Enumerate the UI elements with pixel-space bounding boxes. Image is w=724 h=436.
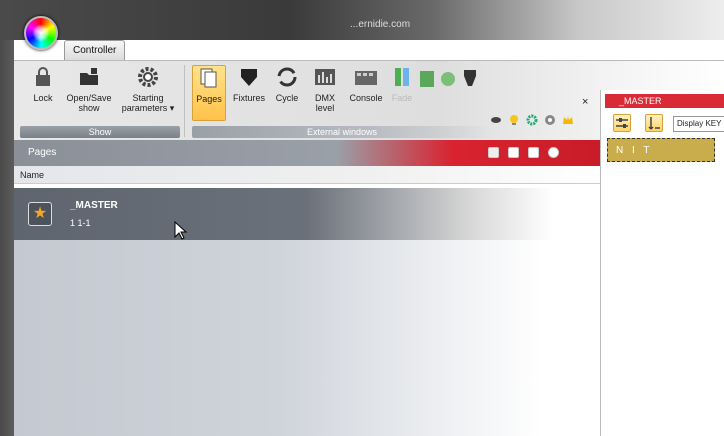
list-item[interactable]: ★ _MASTER 1 1-1 [14, 188, 600, 240]
starting-parameters-label: Starting parameters ▾ [121, 93, 175, 113]
settings-icon[interactable] [526, 114, 538, 126]
name-column-header[interactable]: Name [14, 166, 600, 184]
dmx-level-button[interactable]: DMX level [308, 65, 342, 113]
ribbon-separator [184, 65, 185, 137]
pages-label: Pages [196, 94, 222, 104]
pages-panel-header: Pages [14, 140, 600, 166]
dmx-icon [315, 69, 335, 85]
console-icon [355, 71, 377, 85]
sort-icon[interactable] [645, 114, 663, 132]
name-column-label: Name [20, 170, 45, 180]
mouse-cursor-icon [174, 221, 188, 240]
pages-button[interactable]: Pages [192, 65, 226, 121]
console-button[interactable]: Console [346, 65, 386, 103]
fixtures-button[interactable]: Fixtures [230, 65, 268, 103]
console-label: Console [349, 93, 383, 103]
fade-label: Fade [391, 93, 413, 103]
fixtures-label: Fixtures [232, 93, 265, 103]
app-menu-orb[interactable] [24, 16, 58, 50]
sliders-icon[interactable] [613, 114, 631, 132]
dmx-level-label: DMX level [315, 93, 335, 113]
pages-icon [200, 68, 217, 88]
cycle-label: Cycle [275, 93, 299, 103]
fade-icon [395, 68, 409, 86]
star-icon: ★ [28, 202, 52, 226]
target-icon[interactable] [544, 114, 556, 126]
tab-controller[interactable]: Controller [64, 40, 126, 60]
pages-panel-title: Pages [28, 147, 57, 158]
page-name: _MASTER [70, 200, 118, 211]
spot-icon [241, 69, 257, 86]
close-icon[interactable]: × [582, 96, 588, 108]
fade-button[interactable]: Fade [388, 65, 416, 103]
folder-icon [80, 68, 98, 85]
cycle-icon [277, 67, 297, 87]
lock-button[interactable]: Lock [28, 65, 58, 103]
gear-icon [138, 67, 158, 87]
view-icon[interactable] [488, 147, 499, 158]
master-panel-header: _MASTER [605, 94, 724, 108]
open-save-show-button[interactable]: Open/Save show [60, 65, 118, 113]
left-frame [0, 40, 14, 436]
open-save-label: Open/Save show [66, 93, 112, 113]
starting-parameters-button[interactable]: Starting parameters ▾ [118, 65, 178, 113]
step-label: N I T [616, 145, 653, 156]
cycle-button[interactable]: Cycle [272, 65, 302, 103]
title-bar: ...ernidie.com [0, 0, 724, 40]
master-panel-title: _MASTER [619, 96, 662, 106]
master-panel: _MASTER Display KEY N I T [600, 90, 724, 436]
eye-icon[interactable] [490, 114, 502, 126]
extra-tool-icons [420, 70, 476, 87]
pages-list-area[interactable] [14, 240, 600, 436]
app-window: ...ernidie.com Controller Page Button Lo… [0, 0, 724, 436]
display-key-select[interactable]: Display KEY [673, 116, 724, 132]
tab-page[interactable]: Page [136, 40, 175, 60]
window-title: ...ernidie.com [350, 19, 411, 30]
window-toggle-button[interactable] [508, 147, 519, 158]
crown-icon[interactable] [562, 114, 574, 126]
page-info: 1 1-1 [70, 218, 91, 228]
external-windows-group-label: External windows [192, 126, 492, 138]
lock-icon [36, 67, 50, 86]
show-group-label: Show [20, 126, 180, 138]
pages-panel: Pages Name ★ _MASTER 1 1-1 [14, 140, 600, 436]
restore-button[interactable] [528, 147, 539, 158]
bulb-icon[interactable] [508, 114, 520, 126]
tab-button[interactable]: Button [186, 40, 231, 60]
close-panel-button[interactable] [548, 147, 559, 158]
step-box[interactable]: N I T [607, 138, 715, 162]
lock-label: Lock [33, 93, 53, 103]
